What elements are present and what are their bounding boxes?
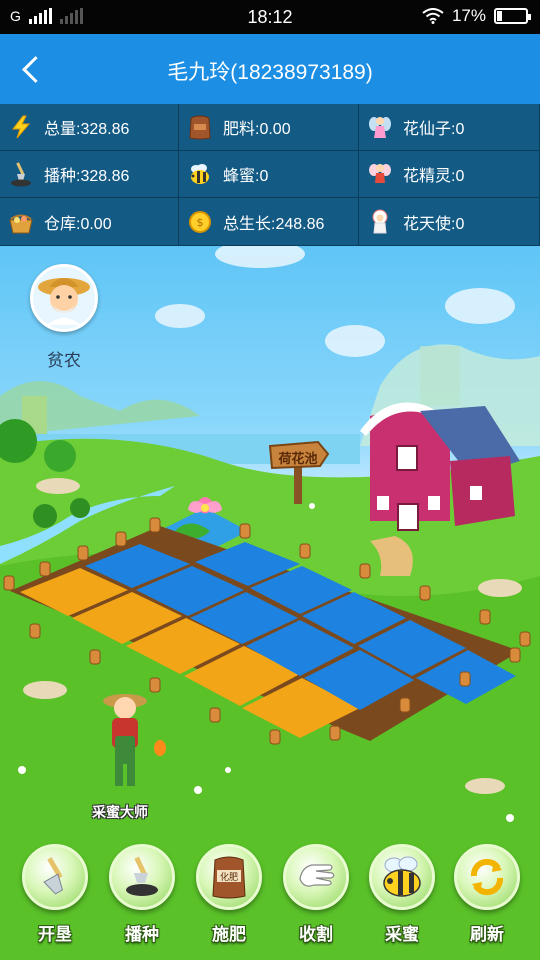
- glove-icon: [283, 844, 349, 910]
- stat-fertilizer-text: 肥料:0.00: [223, 121, 291, 138]
- refresh-icon: [454, 844, 520, 910]
- flower-angel-icon: [367, 209, 393, 235]
- pond-sign[interactable]: 荷花池: [272, 448, 324, 467]
- reclaim-button[interactable]: 开垦: [19, 844, 91, 945]
- stat-flower-fairy-text: 花仙子:0: [403, 121, 465, 138]
- fertilizer-bag-icon: [187, 114, 213, 140]
- collect-honey-label: 采蜜: [385, 925, 419, 944]
- sow-button[interactable]: 播种: [106, 844, 178, 945]
- old-farmer-avatar-icon: [38, 278, 90, 325]
- stat-warehouse-text: 仓库:0.00: [44, 215, 112, 233]
- page-title: 毛九玲(18238973189): [167, 61, 373, 84]
- action-bar: 开垦 播种 化肥 施肥 收割 采蜜 刷新: [0, 844, 540, 960]
- stat-flower-sprite-text: 花精灵:0: [403, 168, 465, 185]
- farmer-title-label: 采蜜大师: [92, 804, 148, 820]
- warehouse-basket-icon: [8, 209, 34, 235]
- stat-total-text: 总量:328.86: [44, 121, 130, 138]
- stat-fertilizer: 肥料:0.00: [179, 104, 359, 151]
- stats-panel: 总量:328.86 肥料:0.00 花仙子:0 播种:328.86 蜂蜜:0 花…: [0, 104, 540, 246]
- stat-honey-text: 蜂蜜:0: [223, 168, 269, 185]
- title-bar: 毛九玲(18238973189): [0, 34, 540, 104]
- harvest-button[interactable]: 收割: [280, 844, 352, 945]
- stat-flower-fairy: 花仙子:0: [359, 104, 540, 151]
- svg-text:$: $: [197, 216, 204, 229]
- coin-icon: $: [187, 209, 213, 235]
- player-rank-label: 贫农: [47, 351, 81, 370]
- stat-total-growth: $ 总生长:248.86: [179, 198, 359, 246]
- stat-flower-sprite: 花精灵:0: [359, 151, 540, 198]
- stat-flower-angel-text: 花天使:0: [403, 215, 465, 233]
- battery-percent: 17%: [451, 6, 486, 25]
- stat-total-growth-text: 总生长:248.86: [223, 215, 325, 233]
- status-bar: G 18:12 17%: [0, 0, 540, 34]
- fertilize-button[interactable]: 化肥 施肥: [193, 844, 265, 945]
- sow-label: 播种: [125, 925, 159, 944]
- fertilizer-icon: 化肥: [196, 844, 262, 910]
- shovel-seed-icon: [8, 161, 34, 187]
- bee-icon: [369, 844, 435, 910]
- stat-flower-angel: 花天使:0: [359, 198, 540, 246]
- back-button[interactable]: [14, 50, 50, 88]
- clouds: [155, 246, 515, 357]
- refresh-button[interactable]: 刷新: [451, 844, 523, 945]
- seed-shovel-icon: [109, 844, 175, 910]
- stat-total: 总量:328.86: [0, 104, 179, 151]
- collect-honey-button[interactable]: 采蜜: [366, 844, 438, 945]
- stat-sowing: 播种:328.86: [0, 151, 179, 198]
- bee-icon: [187, 161, 213, 187]
- fertilize-label: 施肥: [212, 925, 246, 944]
- farm-scene[interactable]: 荷花池 贫农 采蜜大师 开垦 播种 化肥 施肥 收割 采蜜 刷新: [0, 246, 540, 960]
- stat-warehouse: 仓库:0.00: [0, 198, 179, 246]
- battery-icon: [494, 8, 531, 24]
- stat-sowing-text: 播种:328.86: [44, 168, 130, 185]
- player-avatar[interactable]: [30, 264, 98, 332]
- svg-text:化肥: 化肥: [220, 871, 238, 883]
- reclaim-label: 开垦: [38, 925, 72, 944]
- shovel-icon: [22, 844, 88, 910]
- flower-fairy-icon: [367, 114, 393, 140]
- harvest-label: 收割: [299, 925, 333, 944]
- refresh-label: 刷新: [470, 925, 504, 944]
- lightning-icon: [8, 114, 34, 140]
- stat-honey: 蜂蜜:0: [179, 151, 359, 198]
- flower-sprite-icon: [367, 161, 393, 187]
- wifi-icon: [422, 8, 444, 24]
